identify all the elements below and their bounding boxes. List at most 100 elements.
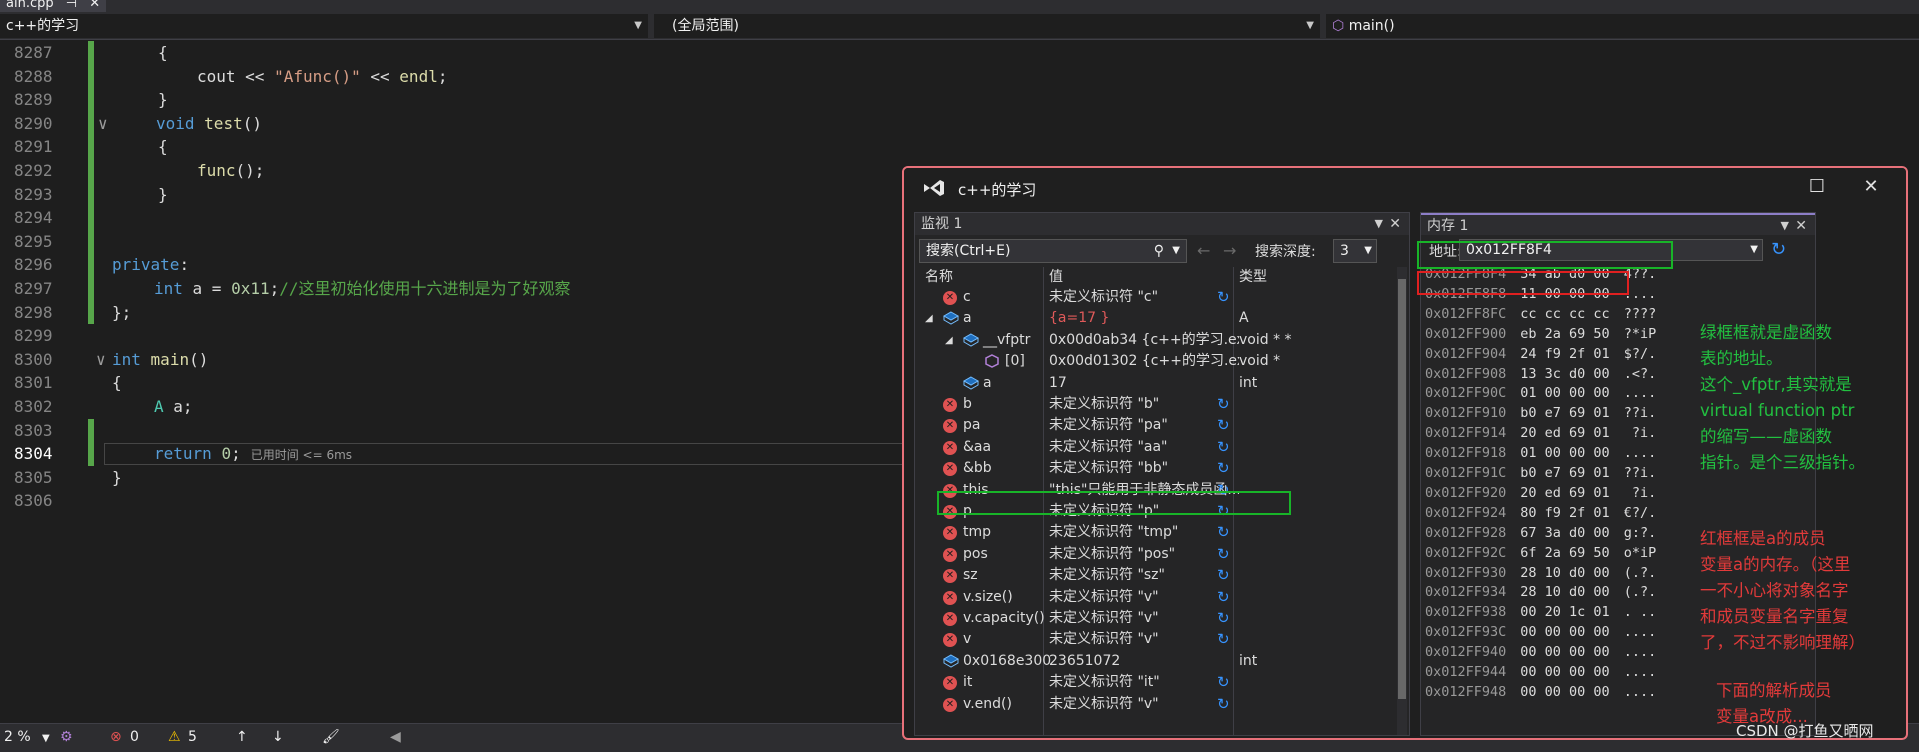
refresh-icon[interactable]: ↻	[1217, 437, 1230, 458]
code-line: 8291 {	[0, 135, 900, 159]
pin-icon[interactable]: ⊣	[66, 0, 77, 11]
watch-row[interactable]: ✕ c 未定义标识符 "c" ↻	[915, 287, 1395, 308]
arrow-up-icon[interactable]: ↑	[236, 729, 248, 745]
brush-icon[interactable]: 🖌	[322, 729, 340, 745]
watch-row[interactable]: ✕ it 未定义标识符 "it" ↻	[915, 672, 1395, 693]
chevron-down-icon[interactable]: ▼	[1781, 215, 1789, 237]
refresh-icon[interactable]: ↻	[1217, 415, 1230, 436]
error-icon: ✕	[943, 440, 957, 455]
refresh-icon[interactable]: ↻	[1217, 287, 1230, 308]
code-line: 8299	[0, 324, 900, 348]
watch-row[interactable]: ✕ &aa 未定义标识符 "aa" ↻	[915, 437, 1395, 458]
tab-main-cpp[interactable]: ain.cpp ⊣ ✕	[0, 0, 107, 12]
forward-arrow-icon[interactable]: →	[1223, 241, 1236, 260]
memory-chars: ....	[1623, 624, 1657, 641]
refresh-icon[interactable]: ↻	[1217, 629, 1230, 650]
collapse-icon[interactable]: ∨	[98, 112, 108, 136]
watch-row[interactable]: ✕ pos 未定义标识符 "pos" ↻	[915, 544, 1395, 565]
memory-chars: ....	[1623, 385, 1657, 402]
code-text: };	[112, 302, 132, 322]
watch-row[interactable]: ✕ &bb 未定义标识符 "bb" ↻	[915, 458, 1395, 479]
memory-bytes: 00 00 00 00	[1520, 683, 1610, 700]
expand-icon[interactable]: ◢	[945, 330, 953, 351]
chevron-down-icon[interactable]: ▼	[42, 733, 50, 744]
close-icon[interactable]: ✕	[1795, 215, 1807, 237]
code-line: 8294	[0, 206, 900, 230]
back-arrow-icon[interactable]: ←	[1197, 241, 1210, 260]
memory-row: 0x012FF90C 01 00 00 00....	[1425, 384, 1656, 403]
window-close-button[interactable]: ✕	[1856, 176, 1886, 197]
depth-dropdown[interactable]: 3 ▼	[1333, 239, 1377, 263]
watch-row[interactable]: ✕ tmp 未定义标识符 "tmp" ↻	[915, 522, 1395, 543]
refresh-icon[interactable]: ↻	[1217, 565, 1230, 586]
column-header-name[interactable]: 名称	[925, 267, 953, 287]
watch-row[interactable]: ✕ v.size() 未定义标识符 "v" ↻	[915, 587, 1395, 608]
error-icon: ✕	[943, 547, 957, 562]
close-icon[interactable]: ✕	[89, 0, 100, 11]
watch-row[interactable]: ✕ sz 未定义标识符 "sz" ↻	[915, 565, 1395, 586]
scrollbar-thumb[interactable]	[1398, 279, 1406, 699]
refresh-icon[interactable]: ↻	[1217, 522, 1230, 543]
chevron-down-icon[interactable]: ▼	[1172, 240, 1180, 262]
memory-bytes: 24 f9 2f 01	[1520, 345, 1610, 362]
arrow-down-icon[interactable]: ↓	[272, 729, 284, 745]
scrollbar[interactable]	[1397, 267, 1407, 735]
error-count[interactable]: 0	[130, 729, 139, 745]
watch-value: 未定义标识符 "pa"	[1049, 417, 1168, 434]
scroll-left-icon[interactable]: ◀	[390, 729, 401, 745]
refresh-icon[interactable]: ↻	[1217, 544, 1230, 565]
watch-value: 未定义标识符 "c"	[1049, 289, 1159, 305]
column-header-value[interactable]: 值	[1049, 267, 1063, 287]
watch-row[interactable]: a 17 int	[915, 373, 1395, 394]
memory-addr: 0x012FF934	[1425, 584, 1507, 601]
memory-chars: ?i.	[1623, 484, 1657, 501]
chevron-down-icon[interactable]: ▼	[1375, 213, 1383, 235]
refresh-icon[interactable]: ↻	[1771, 239, 1786, 260]
maximize-button[interactable]: ☐	[1802, 176, 1832, 197]
chevron-down-icon[interactable]: ▼	[1750, 240, 1758, 260]
scope-dropdown[interactable]: (全局范围) ▼	[654, 14, 1320, 38]
close-icon[interactable]: ✕	[1389, 213, 1401, 235]
window-title-bar[interactable]: c++的学习 ☐ ✕	[904, 168, 1906, 208]
refresh-icon[interactable]: ↻	[1217, 458, 1230, 479]
watch-row[interactable]: ◢ a {a=17 } A	[915, 308, 1395, 329]
watch-value: 0x00d0ab34 {c++的学习.exe!voi...	[1049, 331, 1239, 348]
search-input[interactable]: 搜索(Ctrl+E) ⚲ ▼	[919, 239, 1187, 263]
watch-row[interactable]: ✕ v 未定义标识符 "v" ↻	[915, 629, 1395, 650]
watch-row[interactable]: ✕ v.end() 未定义标识符 "v" ↻	[915, 694, 1395, 715]
change-bar	[88, 111, 94, 136]
refresh-icon[interactable]: ↻	[1217, 694, 1230, 715]
refresh-icon[interactable]: ↻	[1217, 608, 1230, 629]
change-bar	[88, 229, 94, 254]
project-dropdown[interactable]: c++的学习 ▼	[0, 14, 648, 38]
search-icon[interactable]: ⚲	[1154, 240, 1164, 262]
collapse-icon[interactable]: ∨	[96, 348, 106, 372]
function-dropdown[interactable]: ⬡ main()	[1326, 14, 1919, 38]
watch-panel: 监视 1 ▼ ✕ 搜索(Ctrl+E) ⚲ ▼ ← → 搜索深度: 3 ▼ 名称…	[914, 212, 1410, 736]
warning-icon[interactable]: ⚠	[168, 729, 181, 745]
error-icon[interactable]: ⊗	[110, 729, 122, 745]
refresh-icon[interactable]: ↻	[1217, 394, 1230, 415]
git-icon[interactable]: ⚙	[60, 729, 73, 745]
watch-row[interactable]: ✕ pa 未定义标识符 "pa" ↻	[915, 415, 1395, 436]
warning-count[interactable]: 5	[188, 729, 197, 745]
code-line: 8296 private:	[0, 253, 900, 277]
expand-icon[interactable]: ◢	[925, 308, 933, 329]
code-line: 8305 }	[0, 466, 900, 490]
member-a-highlight-box	[1417, 271, 1629, 295]
refresh-icon[interactable]: ↻	[1217, 672, 1230, 693]
watch-name: v.capacity()	[963, 610, 1045, 626]
watch-header: 监视 1 ▼ ✕	[915, 213, 1409, 235]
memory-bytes: cc cc cc cc	[1520, 305, 1610, 322]
memory-row: 0x012FF928 67 3a d0 00 g:?.	[1425, 524, 1656, 543]
annotation-line: 变量a的内存。（这里	[1700, 555, 1851, 574]
watch-row[interactable]: ✕ b 未定义标识符 "b" ↻	[915, 394, 1395, 415]
watch-row[interactable]: ◢ __vfptr 0x00d0ab34 {c++的学习.exe!voi...voi…	[915, 330, 1395, 351]
zoom-level[interactable]: 2 %	[4, 729, 31, 745]
watch-row[interactable]: 0x0168e300 23651072 int	[915, 651, 1395, 672]
refresh-icon[interactable]: ↻	[1217, 587, 1230, 608]
watch-row[interactable]: [0] 0x00d01302 {c++的学习.exe!A::f...void *	[915, 351, 1395, 372]
watch-row[interactable]: ✕ v.capacity() 未定义标识符 "v" ↻	[915, 608, 1395, 629]
error-icon: ✕	[943, 590, 957, 605]
column-header-type[interactable]: 类型	[1239, 267, 1267, 287]
